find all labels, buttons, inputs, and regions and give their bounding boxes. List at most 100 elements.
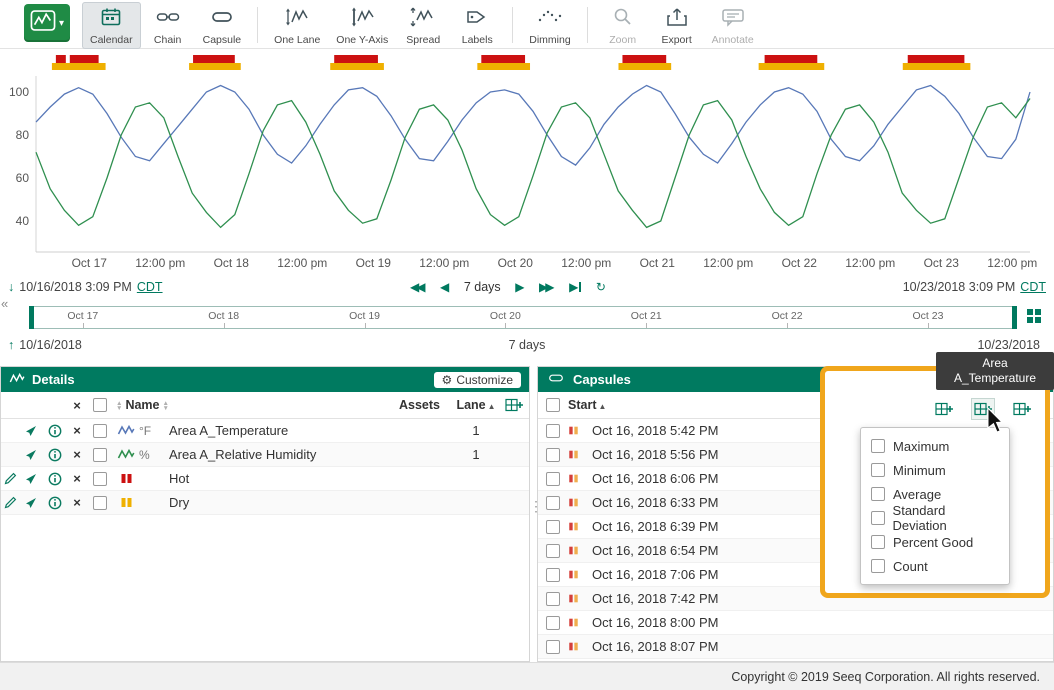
details-row[interactable]: × °F Area A_Temperature 1 xyxy=(1,419,529,443)
stat-option-minimum[interactable]: Minimum xyxy=(861,458,1009,482)
timeline-right-handle[interactable] xyxy=(1012,306,1017,329)
capsule-checkbox[interactable] xyxy=(546,520,560,534)
capsule-checkbox[interactable] xyxy=(546,544,560,558)
toolbar-spread-button[interactable]: Spread xyxy=(396,2,450,49)
customize-button[interactable]: ⚙ Customize xyxy=(434,372,521,388)
toolbar-dimming-button[interactable]: Dimming xyxy=(521,2,578,49)
timezone-link[interactable]: CDT xyxy=(137,280,163,294)
pin-icon[interactable] xyxy=(19,449,43,461)
step-to-end-icon[interactable]: ▶ xyxy=(569,280,581,294)
toolbar-chain-button[interactable]: Chain xyxy=(141,2,195,49)
remove-icon[interactable]: × xyxy=(67,447,87,462)
add-column-icon-2[interactable] xyxy=(972,399,994,419)
refresh-icon[interactable]: ↻ xyxy=(596,280,606,294)
capsule-checkbox[interactable] xyxy=(546,424,560,438)
select-all-checkbox[interactable] xyxy=(93,398,107,412)
capsule-checkbox[interactable] xyxy=(546,640,560,654)
pin-icon[interactable] xyxy=(19,425,43,437)
edit-icon[interactable] xyxy=(1,496,19,509)
info-icon[interactable] xyxy=(43,424,67,438)
details-row[interactable]: × Hot xyxy=(1,467,529,491)
info-icon[interactable] xyxy=(43,496,67,510)
capsule-checkbox[interactable] xyxy=(546,592,560,606)
capsule-row[interactable]: Oct 16, 2018 8:07 PM xyxy=(538,635,1053,659)
toolbar-divider xyxy=(257,7,258,43)
step-back-half-icon[interactable]: ◀ xyxy=(440,280,449,294)
item-name[interactable]: Area A_Temperature xyxy=(169,423,399,438)
row-checkbox[interactable] xyxy=(93,448,107,462)
toolbar-one-y-axis-button[interactable]: One Y-Axis xyxy=(328,2,396,49)
toolbar-capsule-button[interactable]: Capsule xyxy=(195,2,250,49)
capsule-checkbox[interactable] xyxy=(546,496,560,510)
capsule-checkbox[interactable] xyxy=(546,568,560,582)
toolbar-calendar-button[interactable]: Calendar xyxy=(82,2,141,49)
remove-icon[interactable]: × xyxy=(67,471,87,486)
name-column-header[interactable]: ▲▼Name▲▼ xyxy=(113,398,399,412)
hot-capsule-bar xyxy=(765,55,818,63)
assets-column-header[interactable]: Assets xyxy=(399,398,453,412)
toolbar-labels-button[interactable]: Labels xyxy=(450,2,504,49)
capsule-start-time: Oct 16, 2018 6:33 PM xyxy=(592,495,718,510)
step-forward-full-icon[interactable]: ▶▶ xyxy=(539,280,554,294)
investigate-end-label: 10/23/2018 xyxy=(977,338,1040,352)
add-column-icon-1[interactable] xyxy=(933,399,955,419)
stat-checkbox[interactable] xyxy=(871,487,885,501)
stat-checkbox[interactable] xyxy=(871,511,885,525)
toolbar-button-label: Dimming xyxy=(529,34,570,46)
stat-checkbox[interactable] xyxy=(871,535,885,549)
stat-option-count[interactable]: Count xyxy=(861,554,1009,578)
edit-icon[interactable] xyxy=(1,472,19,485)
row-checkbox[interactable] xyxy=(93,496,107,510)
row-checkbox[interactable] xyxy=(93,472,107,486)
capsule-row[interactable]: Oct 16, 2018 8:00 PM xyxy=(538,611,1053,635)
details-row[interactable]: × % Area A_Relative Humidity 1 xyxy=(1,443,529,467)
trend-chart[interactable]: 100806040 xyxy=(0,48,1054,260)
timeline-left-handle[interactable] xyxy=(29,306,34,329)
info-icon[interactable] xyxy=(43,472,67,486)
info-icon[interactable] xyxy=(43,448,67,462)
stat-option-percent-good[interactable]: Percent Good xyxy=(861,530,1009,554)
toolbar-one-lane-button[interactable]: One Lane xyxy=(266,2,328,49)
item-name[interactable]: Area A_Relative Humidity xyxy=(169,447,399,462)
stat-checkbox[interactable] xyxy=(871,559,885,573)
remove-all-column-header[interactable]: × xyxy=(67,398,87,413)
panel-resize-handle[interactable]: ⋮ xyxy=(529,498,543,515)
capsule-checkbox[interactable] xyxy=(546,448,560,462)
capsule-checkbox[interactable] xyxy=(546,472,560,486)
pin-icon[interactable] xyxy=(19,497,43,509)
row-checkbox[interactable] xyxy=(93,424,107,438)
item-name[interactable]: Hot xyxy=(169,471,399,486)
collapse-panel-icon[interactable]: « xyxy=(1,296,8,311)
capsule-start-time: Oct 16, 2018 6:06 PM xyxy=(592,471,718,486)
capsule-checkbox[interactable] xyxy=(546,616,560,630)
step-forward-half-icon[interactable]: ▶ xyxy=(515,280,524,294)
sort-icon: ▲▼ xyxy=(162,401,168,411)
remove-icon[interactable]: × xyxy=(67,495,87,510)
add-column-icon[interactable] xyxy=(499,397,529,413)
stat-checkbox[interactable] xyxy=(871,463,885,477)
item-name[interactable]: Dry xyxy=(169,495,399,510)
range-start-arrow-icon[interactable]: ↓ xyxy=(8,280,14,294)
duration-label[interactable]: 7 days xyxy=(464,280,501,294)
sort-asc-icon: ▲ xyxy=(488,402,496,411)
capsule-time-grid-icon[interactable] xyxy=(1026,308,1042,329)
timeline-slider[interactable]: Oct 17Oct 18Oct 19Oct 20Oct 21Oct 22Oct … xyxy=(30,306,1016,329)
add-column-icon-3[interactable] xyxy=(1011,399,1033,419)
start-column-header[interactable]: Start▲ xyxy=(568,398,606,412)
trend-chart-svg: 100806040 xyxy=(0,48,1054,260)
pin-icon[interactable] xyxy=(19,473,43,485)
timezone-link-end[interactable]: CDT xyxy=(1020,280,1046,294)
stat-checkbox[interactable] xyxy=(871,439,885,453)
remove-icon[interactable]: × xyxy=(67,423,87,438)
stat-option-standard-deviation[interactable]: Standard Deviation xyxy=(861,506,1009,530)
stat-option-maximum[interactable]: Maximum xyxy=(861,434,1009,458)
details-row[interactable]: × Dry xyxy=(1,491,529,515)
lane-column-header[interactable]: Lane▲ xyxy=(453,398,499,412)
one-y-axis-icon xyxy=(349,7,375,32)
workbench-logo-button[interactable]: ▾ xyxy=(24,4,70,42)
toolbar-export-button[interactable]: Export xyxy=(650,2,704,49)
capsules-select-all-checkbox[interactable] xyxy=(546,398,560,412)
investigate-duration-label: 7 days xyxy=(0,338,1054,352)
toolbar-button-label: One Lane xyxy=(274,34,320,46)
step-back-full-icon[interactable]: ◀◀ xyxy=(410,280,425,294)
